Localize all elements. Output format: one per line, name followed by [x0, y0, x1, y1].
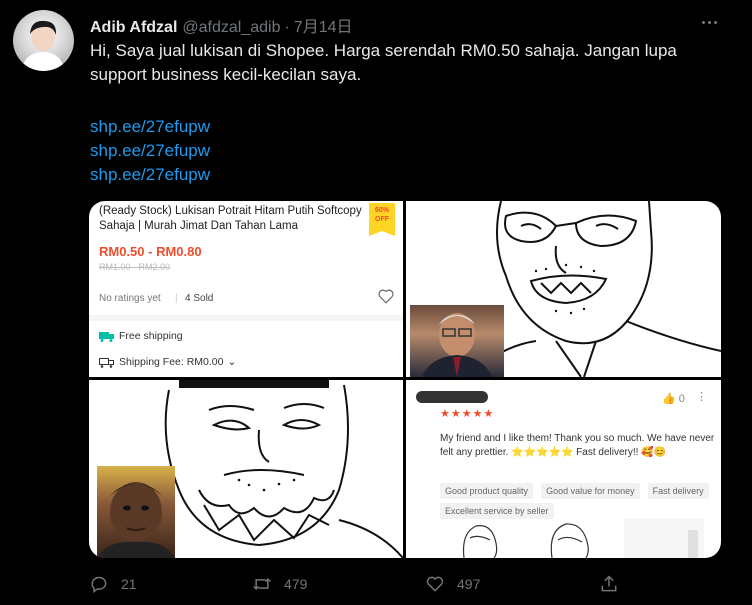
review-tag: Fast delivery — [647, 483, 709, 499]
more-icon[interactable] — [697, 10, 721, 34]
link[interactable]: shp.ee/27efupw — [90, 163, 210, 187]
reply-icon — [91, 576, 107, 593]
like-icon — [426, 576, 444, 592]
free-shipping: Free shipping — [99, 330, 183, 342]
review-tag: Good product quality — [440, 483, 534, 499]
share-button[interactable] — [599, 574, 619, 594]
tweet-links: shp.ee/27efupw shp.ee/27efupw shp.ee/27e… — [90, 115, 210, 187]
more-icon: ⋮ — [696, 391, 707, 403]
media-drawing-2[interactable] — [89, 380, 403, 558]
shipping-fee-label: Shipping Fee: RM0.00 — [119, 356, 224, 368]
heart-outline-icon — [378, 289, 394, 304]
discount-percent: 60% — [374, 207, 389, 214]
free-shipping-label: Free shipping — [119, 330, 183, 342]
share-icon — [601, 575, 617, 592]
tweet-date[interactable]: 7月14日 — [294, 13, 353, 37]
product-rating: No ratings yet — [99, 293, 161, 304]
review-tags: Good product quality Good value for mone… — [440, 483, 710, 519]
author-handle[interactable]: @afdzal_adib — [182, 19, 280, 37]
redacted-username — [416, 391, 488, 403]
media-grid: (Ready Stock) Lukisan Potrait Hitam Puti… — [89, 201, 721, 558]
review-tag: Excellent service by seller — [440, 503, 554, 519]
reference-photo — [97, 466, 175, 558]
shipping-fee: Shipping Fee: RM0.00 ⌄ — [99, 356, 236, 368]
product-sold: 4 Sold — [185, 293, 214, 304]
retweet-icon — [253, 577, 271, 591]
retweet-count: 479 — [284, 576, 308, 592]
truck-icon — [99, 331, 114, 342]
separator: · — [284, 19, 290, 36]
reply-count: 21 — [121, 576, 137, 592]
divider: | — [175, 293, 178, 304]
link[interactable]: shp.ee/27efupw — [90, 139, 210, 163]
chevron-down-icon: ⌄ — [227, 356, 237, 368]
tweet-text: Hi, Saya jual lukisan di Shopee. Harga s… — [90, 41, 677, 84]
review-stars: ★★★★★ — [440, 408, 495, 420]
review-tag: Good value for money — [541, 483, 640, 499]
retweet-button[interactable]: 479 — [252, 574, 307, 594]
review-photos — [462, 518, 704, 558]
media-review-screenshot[interactable]: ★★★★★ 👍 0 ⋮ My friend and I like them! T… — [406, 380, 721, 558]
divider — [89, 315, 403, 321]
product-old-price: RM1.00 - RM2.00 — [99, 262, 171, 272]
review-like-count: 0 — [678, 393, 685, 405]
tweet-actions: 21 479 497 — [89, 574, 721, 598]
product-title: (Ready Stock) Lukisan Potrait Hitam Puti… — [99, 205, 362, 232]
author-name[interactable]: Adib Afdzal — [90, 19, 177, 37]
truck-icon — [99, 357, 114, 368]
review-likes: 👍 0 — [662, 392, 685, 405]
avatar[interactable] — [13, 10, 74, 71]
tweet-header: Adib Afdzal @afdzal_adib · 7月14日 — [90, 13, 353, 37]
discount-off: OFF — [375, 216, 389, 223]
discount-badge: 60% OFF — [369, 203, 395, 236]
thumb-up-icon: 👍 — [662, 393, 676, 405]
product-price: RM0.50 - RM0.80 — [99, 244, 202, 259]
like-count: 497 — [457, 576, 481, 592]
link[interactable]: shp.ee/27efupw — [90, 115, 210, 139]
reply-button[interactable]: 21 — [89, 574, 137, 594]
media-product-screenshot[interactable]: (Ready Stock) Lukisan Potrait Hitam Puti… — [89, 201, 403, 377]
media-drawing-1[interactable] — [406, 201, 721, 377]
reference-photo — [410, 305, 504, 377]
review-text: My friend and I like them! Thank you so … — [440, 433, 715, 458]
like-button[interactable]: 497 — [425, 574, 480, 594]
